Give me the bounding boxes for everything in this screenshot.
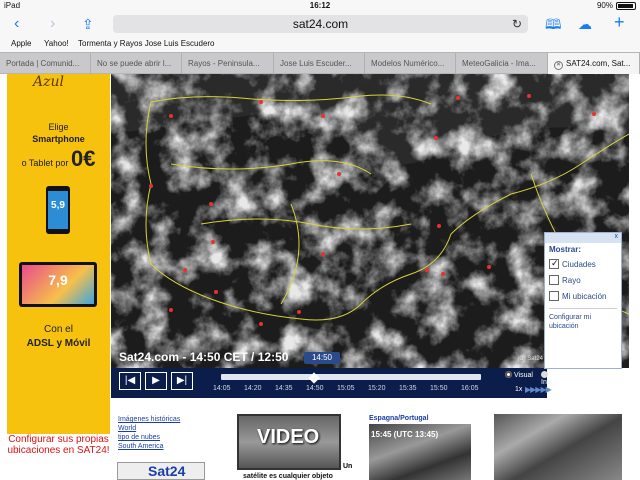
time-tick-label[interactable]: 16:05 xyxy=(461,385,479,392)
europe-thumbnail[interactable] xyxy=(494,414,622,480)
tab-jose-luis[interactable]: Jose Luis Escuder... xyxy=(274,53,365,74)
video-caption: satélite es cualquier objeto xyxy=(243,473,333,480)
bookmarks-bar: Apple Yahoo! Tormenta y Rayos Jose Luis … xyxy=(0,36,640,52)
battery-status: 90% xyxy=(597,1,636,10)
time-tick-label[interactable]: 14:35 xyxy=(275,385,293,392)
lightning-label: Rayo xyxy=(562,275,581,285)
address-bar[interactable]: sat24.com ↻ xyxy=(113,15,528,33)
mode-visual-option[interactable]: Visual xyxy=(505,371,533,379)
status-bar: iPad 16:12 90% xyxy=(0,0,640,12)
url-text: sat24.com xyxy=(292,17,349,31)
time-tick-label[interactable]: 15:20 xyxy=(368,385,386,392)
time-ticks: 14:05 14:20 14:35 14:50 15:05 15:20 15:35 15:50… xyxy=(213,385,491,395)
close-options-icon[interactable]: x xyxy=(615,233,619,240)
link-cloud-types[interactable]: tipo de nubes xyxy=(118,433,180,442)
option-cities[interactable]: Ciudades xyxy=(545,256,621,272)
play-button[interactable]: ▶ xyxy=(145,372,167,390)
safari-toolbar: ‹ › ⇪ sat24.com ↻ 🕮 ☁ + xyxy=(0,12,640,36)
time-slider-knob[interactable] xyxy=(308,372,320,384)
new-tab-icon[interactable]: + xyxy=(614,12,625,32)
playback-controls: |◀ ▶ ▶| 14:05 14:20 14:35 14:50 15:05 15:20 15… xyxy=(111,368,570,398)
tablet-image: 7,9 xyxy=(19,262,97,307)
options-panel-header: x xyxy=(545,233,621,243)
bookmark-yahoo[interactable]: Yahoo! xyxy=(44,39,69,48)
video-thumbnail[interactable]: VIDEO xyxy=(237,414,341,470)
side-links: Imágenes históricas World tipo de nubes … xyxy=(118,415,180,451)
tab-meteogalicia[interactable]: MeteoGalicia - Ima... xyxy=(456,53,548,74)
option-my-location[interactable]: Mi ubicación xyxy=(545,288,621,304)
mode-infrared-option[interactable]: Infrarojos xyxy=(541,371,570,386)
tab-portada[interactable]: Portada | Comunid... xyxy=(0,53,91,74)
bookmark-apple[interactable]: Apple xyxy=(11,39,31,48)
tab-modelos[interactable]: Modelos Numérico... xyxy=(365,53,456,74)
tab-bar: Portada | Comunid... No se puede abrir l… xyxy=(0,52,640,74)
close-tab-icon[interactable]: ✕ xyxy=(554,61,563,70)
option-lightning[interactable]: Rayo xyxy=(545,272,621,288)
time-tick-label[interactable]: 15:35 xyxy=(399,385,417,392)
cities-label: Ciudades xyxy=(562,259,596,269)
video-label: VIDEO xyxy=(257,426,320,448)
ad-footer2: ADSL y Móvil xyxy=(26,338,91,349)
my-location-checkbox[interactable] xyxy=(549,291,559,301)
time-tick-label[interactable]: 15:05 xyxy=(337,385,355,392)
bookmark-tormenta[interactable]: Tormenta y Rayos Jose Luis Escudero xyxy=(78,39,215,48)
phone-image: 5,9 xyxy=(46,186,70,234)
ad-line1: Elige xyxy=(48,122,69,132)
mode-visual-radio[interactable] xyxy=(505,371,512,378)
advertisement[interactable]: Azul Elige Smartphone o Tablet por 0€ 5,… xyxy=(7,74,110,434)
time-tick-label[interactable]: 14:50 xyxy=(306,385,324,392)
configure-location-link[interactable]: Configurar mi ubicación xyxy=(545,309,621,331)
cities-checkbox[interactable] xyxy=(549,258,559,269)
link-historical-images[interactable]: Imágenes históricas xyxy=(118,415,180,424)
lightning-checkbox[interactable] xyxy=(549,275,559,285)
mode-infrared-radio[interactable] xyxy=(541,371,548,378)
ad-line3: o Tablet por 0€ xyxy=(7,146,110,172)
ad-brand: Azul xyxy=(33,74,64,90)
tab-no-se-puede[interactable]: No se puede abrir l... xyxy=(91,53,182,74)
tab-sat24-label: SAT24.com, Sat... xyxy=(566,59,631,68)
ad-footer1: Con el xyxy=(44,324,73,335)
phone-label: 5,9 xyxy=(51,200,65,211)
spain-portugal-title[interactable]: Espagna/Portugal xyxy=(369,415,429,422)
step-forward-button[interactable]: ▶| xyxy=(171,372,193,390)
configure-locations-link[interactable]: Configurar sus propias ubicaciones en SA… xyxy=(7,434,110,456)
spain-portugal-time: 15:45 (UTC 13:45) xyxy=(371,430,439,439)
speed-label: 1x xyxy=(515,386,523,393)
speed-arrows-icon[interactable]: ▶▶▶▶▶ xyxy=(525,385,552,394)
ad-line2: Smartphone xyxy=(32,134,85,144)
link-world[interactable]: World xyxy=(118,424,180,433)
mode-visual-label: Visual xyxy=(514,372,533,379)
map-caption: Sat24.com - 14:50 CET / 12:50 xyxy=(119,350,289,364)
video-un-text: Un xyxy=(343,463,353,470)
current-time-bubble: 14:50 xyxy=(304,352,340,364)
sat24-logo[interactable]: Sat24 xyxy=(117,462,205,480)
back-icon[interactable]: ‹ xyxy=(14,14,19,34)
time-tick-label[interactable]: 15:50 xyxy=(430,385,448,392)
time-tick-label[interactable]: 14:05 xyxy=(213,385,231,392)
display-options-panel: x Mostrar: Ciudades Rayo Mi ubicación Co… xyxy=(544,232,622,369)
my-location-label: Mi ubicación xyxy=(562,291,607,301)
tab-sat24[interactable]: ✕ SAT24.com, Sat... xyxy=(548,53,640,74)
tablet-label: 7,9 xyxy=(48,272,68,288)
time-tick-label[interactable]: 14:20 xyxy=(244,385,262,392)
cloud-tabs-icon[interactable]: ☁ xyxy=(578,14,592,34)
clock: 16:12 xyxy=(309,1,331,10)
options-title: Mostrar: xyxy=(549,245,582,254)
map-copyright: (C) Sat24 xyxy=(517,356,543,362)
battery-percent: 90% xyxy=(596,1,613,10)
spain-portugal-thumbnail[interactable]: 15:45 (UTC 13:45) xyxy=(369,424,471,480)
link-south-america[interactable]: South America xyxy=(118,442,180,451)
ad-line3-text: o Tablet por xyxy=(21,158,69,168)
ad-price: 0€ xyxy=(70,146,96,171)
share-icon[interactable]: ⇪ xyxy=(82,14,94,34)
tab-rayos[interactable]: Rayos - Peninsula... xyxy=(182,53,274,74)
bookmarks-icon[interactable]: 🕮 xyxy=(545,14,562,34)
forward-icon[interactable]: › xyxy=(50,14,55,34)
reload-icon[interactable]: ↻ xyxy=(512,15,522,33)
sat24-logo-text: Sat24 xyxy=(148,463,186,479)
battery-icon xyxy=(616,1,636,10)
step-back-button[interactable]: |◀ xyxy=(119,372,141,390)
time-slider[interactable] xyxy=(221,372,481,384)
